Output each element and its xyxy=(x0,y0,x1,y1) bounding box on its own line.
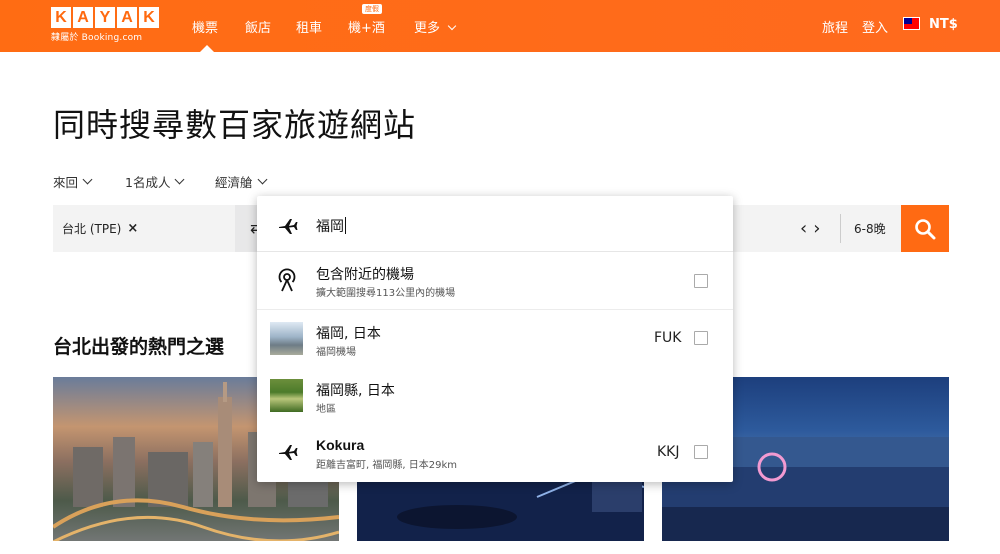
search-button[interactable] xyxy=(901,205,949,252)
origin-chip-label: 台北 (TPE) xyxy=(62,222,122,236)
nav-more-label: 更多 xyxy=(414,21,441,36)
destination-search-row[interactable] xyxy=(257,196,733,252)
city-thumbnail xyxy=(270,322,303,355)
plane-icon xyxy=(279,219,298,234)
top-navigation-bar: K A Y A K 隸屬於 Booking.com 機票 飯店 租車 度假 機+… xyxy=(0,0,1000,52)
cabin-selector[interactable]: 經濟艙 xyxy=(215,172,267,191)
plane-icon xyxy=(279,445,298,460)
result-title: 福岡縣, 日本 xyxy=(316,383,395,399)
chevron-down-icon xyxy=(257,174,267,185)
date-nav[interactable]: ‹› xyxy=(800,218,826,239)
text-cursor xyxy=(345,217,346,234)
nearby-checkbox[interactable] xyxy=(694,274,708,288)
nav-hotels[interactable]: 飯店 xyxy=(245,17,271,36)
result-checkbox[interactable] xyxy=(694,331,708,345)
currency-selector[interactable]: NT$ xyxy=(929,17,958,32)
airport-code: FUK xyxy=(654,330,682,346)
remove-origin-icon[interactable]: × xyxy=(127,221,138,236)
kayak-logo[interactable]: K A Y A K 隸屬於 Booking.com xyxy=(51,7,159,43)
nav-login[interactable]: 登入 xyxy=(862,17,888,36)
popular-section-title: 台北出發的熱門之選 xyxy=(53,336,225,358)
nearby-subtitle: 擴大範圍搜尋113公里內的機場 xyxy=(316,288,456,299)
radar-tower-icon xyxy=(278,268,296,292)
page-title: 同時搜尋數百家旅遊網站 xyxy=(53,106,417,144)
nearby-airports-option[interactable]: 包含附近的機場 擴大範圍搜尋113公里內的機場 xyxy=(257,252,733,309)
result-checkbox[interactable] xyxy=(694,445,708,459)
trip-type-label: 來回 xyxy=(53,175,79,190)
logo-letter: A xyxy=(117,7,137,28)
logo-letter: A xyxy=(73,7,93,28)
date-range-label[interactable]: 6-8晚 xyxy=(854,220,886,237)
nav-flights[interactable]: 機票 xyxy=(192,17,218,36)
destination-autocomplete-dropdown: 包含附近的機場 擴大範圍搜尋113公里內的機場 福岡, 日本 福岡機場 FUK … xyxy=(257,196,733,482)
card-footer xyxy=(357,541,644,554)
origin-chip[interactable]: 台北 (TPE) × xyxy=(62,220,138,237)
chevron-down-icon xyxy=(82,174,93,185)
search-icon xyxy=(915,218,936,239)
card-footer xyxy=(53,541,339,554)
logo-letter: K xyxy=(139,7,159,28)
nav-cars[interactable]: 租車 xyxy=(296,17,322,36)
chevron-down-icon xyxy=(175,174,185,185)
logo-letter: Y xyxy=(95,7,115,28)
travelers-label: 1名成人 xyxy=(125,175,171,190)
result-subtitle: 地區 xyxy=(316,404,336,415)
result-row-kokura[interactable]: Kokura 距離吉富町, 福岡縣, 日本29km KKJ xyxy=(257,425,733,482)
trip-type-selector[interactable]: 來回 xyxy=(53,172,93,191)
cabin-label: 經濟艙 xyxy=(215,175,253,190)
travelers-selector[interactable]: 1名成人 xyxy=(125,172,185,191)
active-nav-indicator xyxy=(200,45,214,52)
date-prev-icon[interactable]: ‹ xyxy=(800,218,813,239)
taiwan-flag-icon[interactable] xyxy=(903,17,920,30)
nav-more[interactable]: 更多 xyxy=(414,17,457,36)
airport-code: KKJ xyxy=(657,444,680,460)
result-subtitle: 距離吉富町, 福岡縣, 日本29km xyxy=(316,460,457,471)
nav-packages[interactable]: 機+酒 xyxy=(348,17,385,36)
result-title: 福岡, 日本 xyxy=(316,326,381,342)
nav-trips[interactable]: 旅程 xyxy=(822,17,848,36)
logo-tagline: 隸屬於 Booking.com xyxy=(51,33,143,43)
result-title: Kokura xyxy=(316,437,365,453)
logo-letter: K xyxy=(51,7,71,28)
destination-input[interactable] xyxy=(316,218,696,234)
forest-thumbnail xyxy=(270,379,303,412)
chevron-down-icon xyxy=(447,21,457,31)
card-footer xyxy=(662,541,949,554)
result-row-fukuoka-prefecture[interactable]: 福岡縣, 日本 地區 xyxy=(257,367,733,425)
nearby-title: 包含附近的機場 xyxy=(316,267,414,283)
date-next-icon[interactable]: › xyxy=(813,218,826,239)
packages-badge: 度假 xyxy=(362,4,382,14)
divider xyxy=(840,214,841,243)
result-subtitle: 福岡機場 xyxy=(316,347,356,358)
result-row-fukuoka[interactable]: 福岡, 日本 福岡機場 FUK xyxy=(257,310,733,367)
